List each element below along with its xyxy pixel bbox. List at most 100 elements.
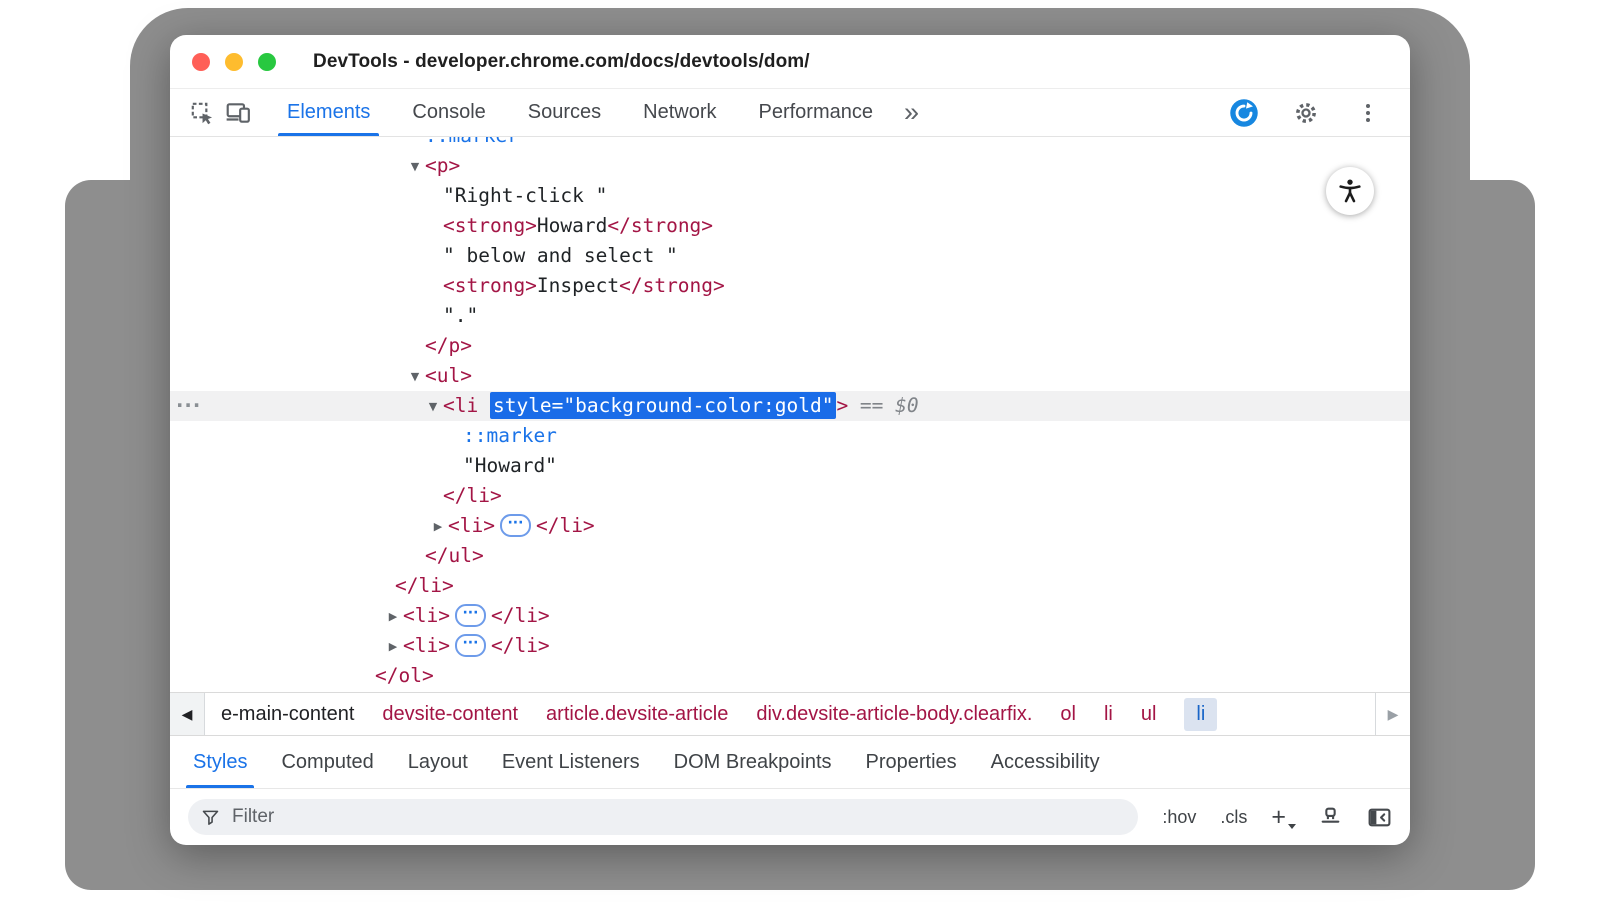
dom-tag[interactable]: </ol>	[375, 664, 434, 687]
dom-tree: ::marker▼<p>"Right-click "<strong>Howard…	[170, 137, 1410, 691]
element-classes-button[interactable]: .cls	[1220, 807, 1247, 828]
dom-tree-row[interactable]: ▼<p>	[170, 151, 1410, 181]
dom-tag[interactable]: <li>	[403, 604, 450, 627]
breadcrumb: e-main-content devsite-content article.dev…	[205, 693, 1375, 735]
panel-tab-network[interactable]: Network	[622, 89, 737, 136]
sidebar-tab-event-listeners[interactable]: Event Listeners	[485, 736, 657, 788]
row-actions-icon[interactable]: ···	[176, 391, 201, 421]
kebab-menu-icon[interactable]	[1352, 97, 1384, 129]
dom-tree-row[interactable]: </li>	[170, 481, 1410, 511]
ellipsis-expand-icon[interactable]: ···	[455, 604, 486, 627]
breadcrumb-item-div.devsite-article-body.clearfix.[interactable]: div.devsite-article-body.clearfix.	[756, 703, 1032, 726]
minimize-window-button[interactable]	[225, 53, 243, 71]
breadcrumb-item-e-main-content[interactable]: e-main-content	[221, 703, 354, 726]
dom-pseudo-element[interactable]: ::marker	[425, 137, 519, 147]
inspect-element-icon[interactable]	[186, 97, 218, 129]
refresh-badge-icon[interactable]	[1228, 97, 1260, 129]
ellipsis-expand-icon[interactable]: ···	[500, 514, 531, 537]
dom-tree-row[interactable]: ▶<li>···</li>	[170, 511, 1410, 541]
dom-tree-row[interactable]: <strong>Howard</strong>	[170, 211, 1410, 241]
dom-tag[interactable]: </li>	[443, 484, 502, 507]
filter-input[interactable]	[230, 805, 1126, 829]
dom-tag[interactable]: <li	[443, 394, 490, 417]
dom-pseudo-element[interactable]: ::marker	[463, 424, 557, 447]
dom-tree-row[interactable]: ▶<li>···</li>	[170, 601, 1410, 631]
device-toolbar-icon[interactable]	[222, 97, 254, 129]
dom-tree-row[interactable]: ▼<ul>	[170, 361, 1410, 391]
dom-tree-row[interactable]: <strong>Inspect</strong>	[170, 271, 1410, 301]
dom-tree-row[interactable]: </ul>	[170, 541, 1410, 571]
sidebar-tab-properties[interactable]: Properties	[849, 736, 974, 788]
dom-tree-row[interactable]: ···▼<li style="background-color:gold"> =…	[170, 391, 1410, 421]
disclosure-expanded-icon[interactable]: ▼	[423, 392, 443, 422]
panel-tab-console[interactable]: Console	[391, 89, 506, 136]
disclosure-expanded-icon[interactable]: ▼	[405, 362, 425, 392]
dom-tag[interactable]: >	[836, 394, 848, 417]
toggle-element-state-button[interactable]: :hov	[1162, 807, 1196, 828]
dom-tag[interactable]: <strong>	[443, 214, 537, 237]
sidebar-tab-computed[interactable]: Computed	[264, 736, 390, 788]
ellipsis-expand-icon[interactable]: ···	[455, 634, 486, 657]
dom-tag[interactable]: <ul>	[425, 364, 472, 387]
panel-tab-performance[interactable]: Performance	[738, 89, 895, 136]
settings-gear-icon[interactable]	[1290, 97, 1322, 129]
accessibility-button[interactable]	[1326, 167, 1374, 215]
dom-tree-row[interactable]: </ol>	[170, 661, 1410, 691]
new-style-rule-button[interactable]: +	[1271, 805, 1294, 830]
sidebar-tab-styles[interactable]: Styles	[176, 736, 264, 788]
stamp-icon[interactable]	[1318, 805, 1343, 830]
dom-tree-row[interactable]: "."	[170, 301, 1410, 331]
panel-tab-elements[interactable]: Elements	[266, 89, 391, 136]
dom-tag[interactable]: <p>	[425, 154, 460, 177]
dom-tag[interactable]: </strong>	[607, 214, 713, 237]
collapse-panel-icon[interactable]	[1367, 805, 1392, 830]
breadcrumb-scroll-right-button[interactable]: ▶	[1375, 693, 1410, 735]
breadcrumb-item-ol[interactable]: ol	[1060, 703, 1076, 726]
breadcrumb-item-li[interactable]: li	[1104, 703, 1113, 726]
dom-tag[interactable]: </li>	[536, 514, 595, 537]
dom-attribute-selected[interactable]: style="background-color:gold"	[490, 392, 836, 419]
dom-tag[interactable]: </strong>	[619, 274, 725, 297]
disclosure-collapsed-icon[interactable]: ▶	[428, 512, 448, 542]
disclosure-expanded-icon[interactable]: ▼	[405, 152, 425, 182]
dom-tree-row[interactable]: </li>	[170, 571, 1410, 601]
dom-tree-row[interactable]: ▶<li>···</li>	[170, 631, 1410, 661]
dom-text-node[interactable]: "."	[443, 304, 478, 327]
breadcrumb-item-article.devsite-article[interactable]: article.devsite-article	[546, 703, 728, 726]
dom-text-node[interactable]: Inspect	[537, 274, 619, 297]
panel-tabs: ElementsConsoleSourcesNetworkPerformance	[266, 89, 894, 136]
dom-tag[interactable]: <li>	[448, 514, 495, 537]
close-window-button[interactable]	[192, 53, 210, 71]
breadcrumb-scroll-left-button[interactable]: ◀	[170, 693, 205, 735]
sidebar-tab-accessibility[interactable]: Accessibility	[974, 736, 1117, 788]
breadcrumb-item-li[interactable]: li	[1184, 698, 1217, 731]
dom-text-node[interactable]: Howard	[537, 214, 607, 237]
dom-tree-row[interactable]: ::marker	[170, 137, 1410, 151]
dom-tag[interactable]: </p>	[425, 334, 472, 357]
dom-tag[interactable]: <li>	[403, 634, 450, 657]
dom-text-node[interactable]: "Howard"	[463, 454, 557, 477]
panel-tab-sources[interactable]: Sources	[507, 89, 622, 136]
sidebar-tab-layout[interactable]: Layout	[391, 736, 485, 788]
dom-tree-row[interactable]: </p>	[170, 331, 1410, 361]
dom-tree-row[interactable]: "Right-click "	[170, 181, 1410, 211]
more-tabs-icon[interactable]: »	[904, 89, 919, 136]
filter-box	[188, 799, 1138, 835]
dom-tag[interactable]: </li>	[395, 574, 454, 597]
breadcrumb-item-devsite-content[interactable]: devsite-content	[382, 703, 518, 726]
dom-tag[interactable]: </li>	[491, 634, 550, 657]
sidebar-tab-dom-breakpoints[interactable]: DOM Breakpoints	[657, 736, 849, 788]
dom-tree-row[interactable]: " below and select "	[170, 241, 1410, 271]
disclosure-collapsed-icon[interactable]: ▶	[383, 632, 403, 662]
zoom-window-button[interactable]	[258, 53, 276, 71]
dom-tag[interactable]: </li>	[491, 604, 550, 627]
dom-text-node[interactable]: " below and select "	[443, 244, 678, 267]
disclosure-collapsed-icon[interactable]: ▶	[383, 602, 403, 632]
dom-text-node[interactable]: "Right-click "	[443, 184, 607, 207]
breadcrumb-item-ul[interactable]: ul	[1141, 703, 1157, 726]
dom-tree-panel: ::marker▼<p>"Right-click "<strong>Howard…	[170, 137, 1410, 692]
dom-tree-row[interactable]: ::marker	[170, 421, 1410, 451]
dom-tree-row[interactable]: "Howard"	[170, 451, 1410, 481]
dom-tag[interactable]: </ul>	[425, 544, 484, 567]
dom-tag[interactable]: <strong>	[443, 274, 537, 297]
